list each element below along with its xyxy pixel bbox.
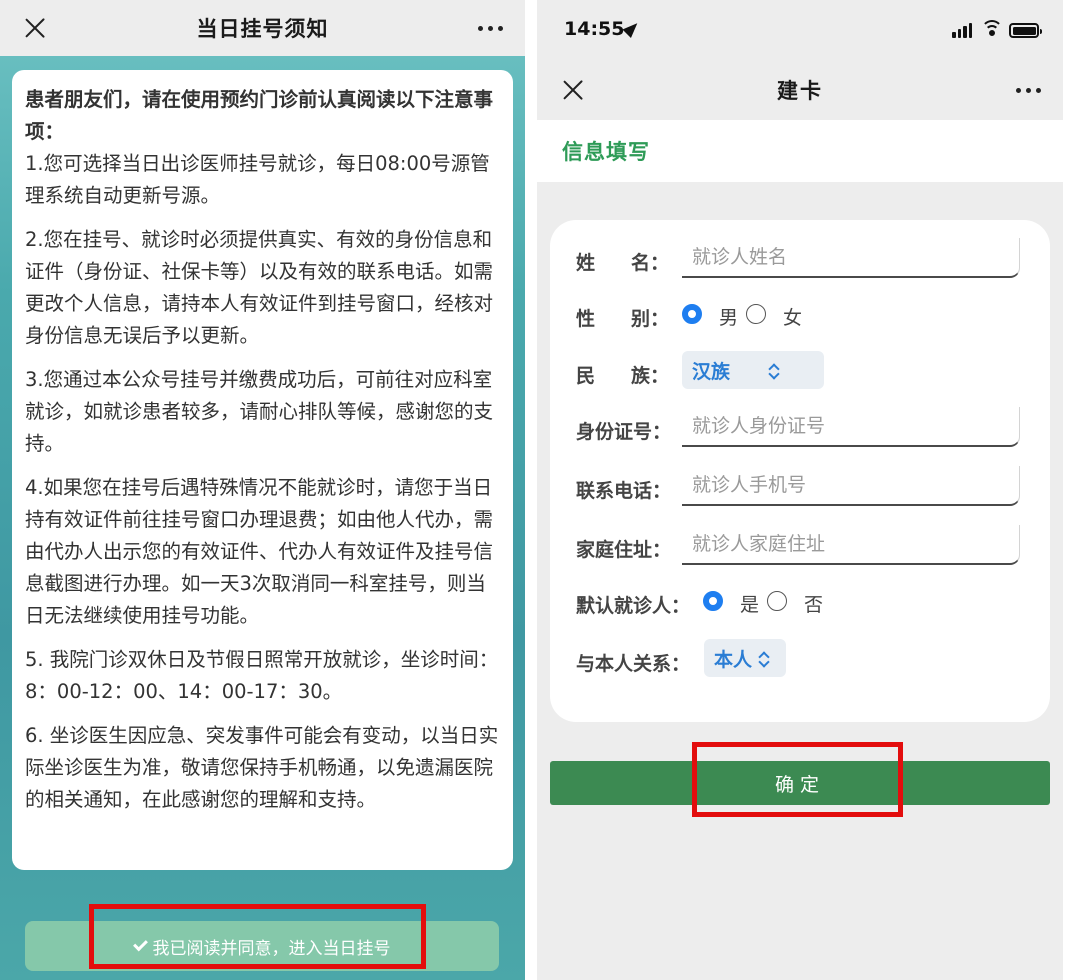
ethnicity-select[interactable]: 汉族	[682, 351, 824, 389]
form-row-default-patient: 默认就诊人： 是 否	[550, 581, 1050, 625]
chevron-updown-icon	[758, 650, 770, 668]
relation-label: 与本人关系：	[576, 653, 691, 675]
notice-paragraph: 3.您通过本公众号挂号并缴费成功后，可前往对应科室就诊，如就诊患者较多，请耐心排…	[25, 368, 494, 455]
gender-male-label[interactable]: 男	[719, 303, 738, 330]
battery-icon	[1009, 23, 1042, 38]
form-row-relation: 与本人关系： 本人	[550, 639, 1050, 683]
location-arrow-icon	[622, 18, 642, 39]
gender-female-radio[interactable]	[746, 304, 766, 324]
ethnicity-label: 民族：	[576, 365, 670, 387]
default-yes-radio[interactable]	[703, 591, 723, 611]
close-icon[interactable]	[24, 17, 46, 39]
notice-screen: 当日挂号须知 患者朋友们，请在使用预约门诊前认真阅读以下注意事项： 1.您可选择…	[0, 0, 525, 980]
form-row-name: 姓名：	[550, 238, 1050, 282]
form-row-phone: 联系电话：	[550, 466, 1050, 510]
signal-icon	[952, 23, 972, 38]
status-time: 14:55	[564, 18, 625, 40]
form-row-address: 家庭住址：	[550, 525, 1050, 569]
id-number-input[interactable]	[682, 407, 1020, 447]
page-title: 当日挂号须知	[196, 17, 329, 41]
form-row-gender: 性别： 男 女	[550, 294, 1050, 338]
check-icon	[132, 936, 148, 951]
agree-button[interactable]: 我已阅读并同意，进入当日挂号	[25, 921, 499, 971]
info-form: 姓名： 性别： 男 女 民族： 汉族 身份证号： 联系电话：	[550, 220, 1050, 722]
confirm-button[interactable]: 确定	[550, 761, 1050, 805]
default-no-label[interactable]: 否	[804, 590, 823, 617]
notice-paragraph: 6. 坐诊医生因应急、突发事件可能会有变动，以当日实际坐诊医生为准，敬请您保持手…	[25, 724, 499, 811]
relation-value: 本人	[714, 648, 753, 671]
ethnicity-value: 汉族	[692, 360, 731, 383]
notice-paragraph: 5. 我院门诊双休日及节假日照常开放就诊，坐诊时间： 8：00-12：00、14…	[25, 648, 499, 703]
default-patient-label: 默认就诊人：	[576, 595, 691, 617]
section-title: 信息填写	[562, 140, 650, 164]
section-header: 信息填写	[537, 120, 1063, 182]
register-card-screen: 14:55 建卡 信息填写 姓名： 性别： 男 女	[537, 0, 1063, 980]
notice-heading: 患者朋友们，请在使用预约门诊前认真阅读以下注意事项：	[25, 88, 494, 143]
status-bar: 14:55	[537, 0, 1063, 62]
default-yes-label[interactable]: 是	[740, 590, 759, 617]
gender-male-radio[interactable]	[682, 304, 702, 324]
address-input[interactable]	[682, 525, 1020, 565]
wifi-icon	[981, 20, 1003, 36]
more-icon[interactable]	[1016, 88, 1041, 93]
page-title: 建卡	[777, 79, 823, 103]
gender-label: 性别：	[576, 308, 670, 330]
close-icon[interactable]	[562, 79, 584, 101]
gender-female-label[interactable]: 女	[783, 303, 802, 330]
more-icon[interactable]	[478, 26, 503, 31]
name-input[interactable]	[682, 238, 1020, 278]
notice-paragraph: 1.您可选择当日出诊医师挂号就诊，每日08:00号源管理系统自动更新号源。	[25, 152, 490, 207]
relation-select[interactable]: 本人	[704, 639, 786, 677]
form-row-ethnicity: 民族： 汉族	[550, 351, 1050, 395]
form-row-id-number: 身份证号：	[550, 407, 1050, 451]
phone-input[interactable]	[682, 466, 1020, 506]
default-no-radio[interactable]	[767, 591, 787, 611]
notice-paragraph: 4.如果您在挂号后遇特殊情况不能就诊时，请您于当日持有效证件前往挂号窗口办理退费…	[25, 476, 494, 627]
nav-bar: 当日挂号须知	[0, 0, 525, 56]
id-number-label: 身份证号：	[576, 421, 672, 443]
nav-bar: 建卡	[537, 62, 1063, 118]
phone-label: 联系电话：	[576, 480, 672, 502]
notice-paragraph: 2.您在挂号、就诊时必须提供真实、有效的身份信息和证件（身份证、社保卡等）以及有…	[25, 228, 494, 347]
name-label: 姓名：	[576, 252, 670, 274]
chevron-updown-icon	[768, 362, 780, 380]
address-label: 家庭住址：	[576, 539, 672, 561]
notice-card: 患者朋友们，请在使用预约门诊前认真阅读以下注意事项： 1.您可选择当日出诊医师挂…	[12, 70, 513, 870]
agree-button-label: 我已阅读并同意，进入当日挂号	[152, 938, 391, 959]
